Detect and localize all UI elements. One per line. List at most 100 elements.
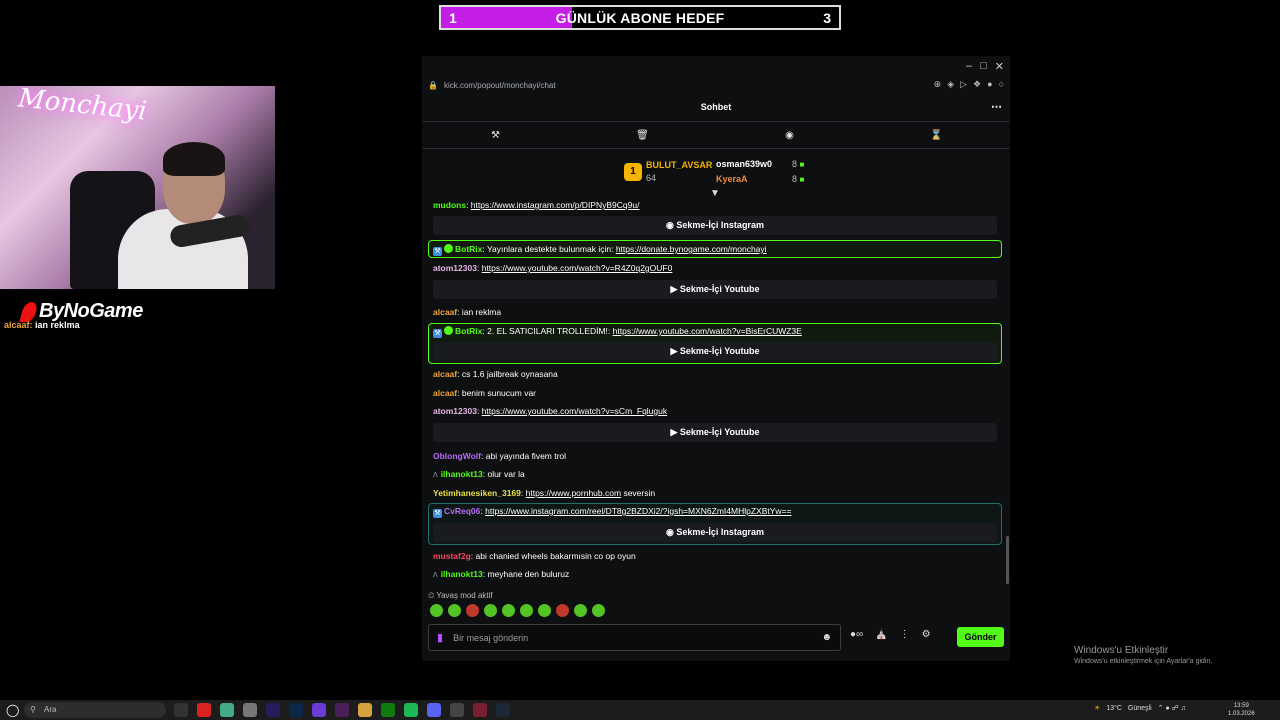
- chat-username[interactable]: ilhanokt13: [441, 469, 483, 479]
- chat-link[interactable]: https://www.instagram.com/p/DIPNyB9Cq9u/: [471, 200, 640, 210]
- discord-icon[interactable]: [427, 703, 441, 717]
- premiere-icon[interactable]: [266, 703, 280, 717]
- more-options-icon[interactable]: ⋯: [991, 96, 1002, 118]
- start-icon[interactable]: ◯: [6, 703, 19, 717]
- shield-icon[interactable]: ◈: [947, 79, 954, 90]
- xbox-icon[interactable]: [381, 703, 395, 717]
- embed-button[interactable]: ▶ Sekme-İçi Youtube: [433, 423, 997, 442]
- weather-text[interactable]: Güneşli: [1128, 705, 1152, 712]
- premiere-icon[interactable]: [335, 703, 349, 717]
- tray-icons[interactable]: ⌃ ● ☍ ♫: [1158, 704, 1186, 712]
- chat-username[interactable]: mustaf2g: [433, 551, 471, 561]
- chat-username[interactable]: alcaaf: [433, 388, 457, 398]
- chat-username[interactable]: OblongWolf: [433, 451, 481, 461]
- chat-input[interactable]: ▮ Bir mesaj gönderin ☻: [428, 624, 841, 651]
- chat-username[interactable]: atom12303: [433, 263, 477, 273]
- chat-link[interactable]: https://www.pornhub.com: [526, 488, 621, 498]
- extension-icon[interactable]: ❖: [973, 79, 981, 90]
- chat-username[interactable]: Yetimhanesiken_3169: [433, 488, 521, 498]
- emote-icon[interactable]: [466, 604, 479, 617]
- emote-icon[interactable]: [448, 604, 461, 617]
- activation-watermark: Windows'u Etkinleştir Windows'u etkinleş…: [1074, 645, 1212, 665]
- embed-button[interactable]: ◉ Sekme-İçi Instagram: [433, 216, 997, 235]
- chat-bubble-icon[interactable]: ○: [999, 79, 1004, 90]
- chat-scrollbar[interactable]: [1006, 536, 1009, 584]
- leader-2-name[interactable]: osman639w0: [716, 159, 772, 169]
- taskbar-search[interactable]: ⚲ Ara: [24, 702, 166, 718]
- minimize-icon[interactable]: –: [966, 60, 972, 73]
- play-icon[interactable]: ▷: [960, 79, 967, 90]
- chat-username[interactable]: CvReq06: [444, 506, 480, 516]
- emote-icon[interactable]: [538, 604, 551, 617]
- chat-username[interactable]: alcaaf: [433, 369, 457, 379]
- chat-username[interactable]: alcaaf: [433, 307, 457, 317]
- chrome-icon[interactable]: [220, 703, 234, 717]
- microphone-icon[interactable]: ▮: [437, 631, 443, 644]
- chat-text: abi yayında fivem trol: [485, 451, 567, 461]
- photoshop-icon[interactable]: [289, 703, 303, 717]
- app-icon[interactable]: [450, 703, 464, 717]
- embed-button[interactable]: ▶ Sekme-İçi Youtube: [433, 280, 997, 299]
- emote-icon[interactable]: [502, 604, 515, 617]
- app-icon[interactable]: [174, 703, 188, 717]
- hammer-icon[interactable]: ⚒: [422, 130, 569, 141]
- steam-icon[interactable]: [496, 703, 510, 717]
- gift-icon: ■: [799, 160, 805, 169]
- leader-1-name[interactable]: BULUT_AVSAR: [646, 160, 712, 170]
- address-bar[interactable]: 🔒 kick.com/popout/monchayi/chat ⊕ ◈ ▷ ❖ …: [422, 76, 1010, 94]
- chat-text: cs 1.6 jailbreak oynasana: [461, 369, 558, 379]
- maximize-icon[interactable]: □: [980, 60, 987, 73]
- clock-time[interactable]: 13:59: [1228, 702, 1255, 710]
- app-icon[interactable]: [243, 703, 257, 717]
- folder-icon[interactable]: [358, 703, 372, 717]
- mod-badge-icon: ⚒: [433, 329, 442, 338]
- emote-icon[interactable]: [484, 604, 497, 617]
- emoji-icon[interactable]: ☻: [821, 632, 832, 643]
- emote-icon[interactable]: [520, 604, 533, 617]
- send-button[interactable]: Gönder: [957, 627, 1004, 647]
- chat-username[interactable]: atom12303: [433, 406, 477, 416]
- trash-icon[interactable]: 🗑: [569, 130, 716, 141]
- slow-mode-indicator: ⏲ Yavaş mod aktif: [428, 591, 493, 600]
- clock-date[interactable]: 1.03.2026: [1228, 710, 1255, 718]
- opera-icon[interactable]: [197, 703, 211, 717]
- chat-username[interactable]: BotRix: [455, 244, 482, 254]
- chat-link[interactable]: https://www.instagram.com/reel/DT8g2BZDX…: [485, 506, 791, 516]
- webcam-feed: Monchayi: [0, 86, 275, 289]
- emote-icon[interactable]: [592, 604, 605, 617]
- close-icon[interactable]: ✕: [995, 60, 1004, 73]
- url-text[interactable]: kick.com/popout/monchayi/chat: [444, 81, 556, 90]
- chat-username[interactable]: ilhanokt13: [441, 569, 483, 579]
- obs-icon[interactable]: [312, 703, 326, 717]
- more-vertical-icon[interactable]: ⋮: [900, 629, 910, 640]
- collapse-icon[interactable]: ▼: [710, 188, 720, 199]
- chat-icon[interactable]: ◉: [716, 130, 863, 141]
- embed-button[interactable]: ◉ Sekme-İçi Instagram: [433, 523, 997, 542]
- store-icon[interactable]: ⛪: [875, 629, 887, 640]
- taskbar-search-placeholder[interactable]: Ara: [44, 705, 56, 714]
- mic-icon[interactable]: ●: [987, 79, 992, 90]
- chat-actions: ●∞ ⛪ ⋮ ⚙: [850, 629, 931, 640]
- leader-3-name[interactable]: KyeraA: [716, 174, 748, 184]
- emote-icon[interactable]: [556, 604, 569, 617]
- overlay-chat-message: alcaaf: ian reklma: [4, 320, 80, 330]
- app-icon[interactable]: [473, 703, 487, 717]
- chat-link[interactable]: https://www.youtube.com/watch?v=BisErCUW…: [613, 326, 802, 336]
- chat-username[interactable]: BotRix: [455, 326, 482, 336]
- embed-button[interactable]: ▶ Sekme-İçi Youtube: [433, 342, 997, 361]
- weather-icon[interactable]: ☀: [1094, 704, 1100, 712]
- settings-icon[interactable]: ⚙: [922, 629, 931, 640]
- emote-icon[interactable]: [430, 604, 443, 617]
- kicks-icon[interactable]: ●∞: [850, 629, 863, 640]
- emote-icon[interactable]: [574, 604, 587, 617]
- spotify-icon[interactable]: [404, 703, 418, 717]
- hourglass-icon[interactable]: ⌛: [863, 130, 1010, 141]
- chat-link[interactable]: https://www.youtube.com/watch?v=sCm_Fqlu…: [482, 406, 667, 416]
- clock[interactable]: 13:59 1.03.2026: [1228, 702, 1255, 718]
- weather-temp[interactable]: 13°C: [1106, 705, 1122, 712]
- chat-link[interactable]: https://donate.bynogame.com/monchayi: [616, 244, 767, 254]
- chat-username[interactable]: mudons: [433, 200, 466, 210]
- zoom-icon[interactable]: ⊕: [934, 79, 942, 90]
- chat-link[interactable]: https://www.youtube.com/watch?v=R4Z0q2gO…: [482, 263, 673, 273]
- chat-input-placeholder[interactable]: Bir mesaj gönderin: [453, 633, 528, 643]
